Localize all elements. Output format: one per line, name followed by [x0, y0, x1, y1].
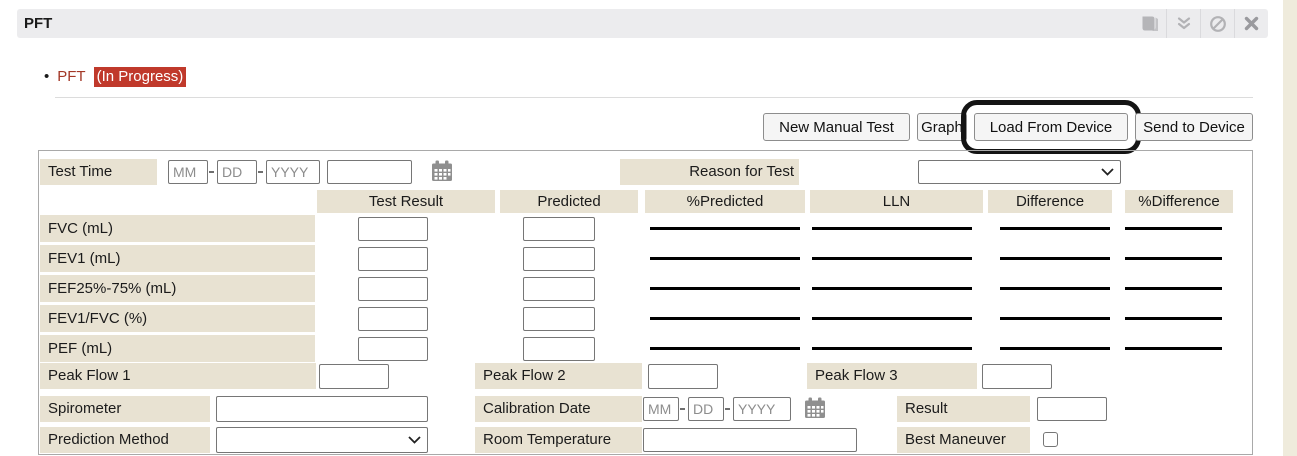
divider: [55, 97, 1253, 98]
send-to-device-button[interactable]: Send to Device: [1135, 113, 1253, 141]
fev1-fvc-test-result-input[interactable]: [358, 307, 428, 331]
peak-flow-3-label: Peak Flow 3: [807, 363, 977, 389]
room-temperature-input[interactable]: [643, 428, 857, 452]
empty-value-line: [1000, 257, 1110, 260]
peak-flow-1-label: Peak Flow 1: [40, 363, 316, 389]
peak-flow-1-input[interactable]: [319, 364, 389, 389]
result-label: Result: [897, 396, 1030, 422]
empty-value-line: [812, 257, 972, 260]
bullet-dot: •: [44, 68, 49, 85]
close-icon[interactable]: [1234, 9, 1268, 38]
metric-label: PEF (mL): [40, 335, 315, 362]
chevron-down-icon: [408, 436, 421, 444]
date-separator: [680, 408, 685, 410]
metric-label: FEV1 (mL): [40, 245, 315, 272]
empty-value-line: [1000, 287, 1110, 290]
empty-value-line: [650, 287, 800, 290]
calendar-icon[interactable]: [804, 397, 826, 423]
date-separator: [209, 171, 214, 173]
empty-value-line: [812, 287, 972, 290]
date-separator: [725, 408, 730, 410]
pft-page: PFT • PFT (In Progress): [0, 0, 1297, 456]
pef-predicted-input[interactable]: [523, 337, 595, 361]
page-edge-strip: [1283, 0, 1297, 456]
test-time-input[interactable]: [327, 160, 412, 184]
empty-value-line: [812, 347, 972, 350]
action-button-row: New Manual Test Graph Load From Device S…: [0, 113, 1253, 141]
no-entry-icon[interactable]: [1200, 9, 1234, 38]
prediction-method-select[interactable]: [216, 427, 428, 453]
fev1-predicted-input[interactable]: [523, 247, 595, 271]
empty-value-line: [812, 317, 972, 320]
empty-value-line: [812, 227, 972, 230]
column-header-lln: LLN: [810, 190, 983, 213]
result-input[interactable]: [1037, 397, 1107, 421]
close-x-icon: [1244, 16, 1259, 31]
empty-value-line: [1125, 257, 1222, 260]
notebook-icon[interactable]: [1132, 9, 1166, 38]
spirometer-label: Spirometer: [40, 396, 210, 422]
peak-flow-3-input[interactable]: [982, 364, 1052, 389]
double-chevron-down-icon[interactable]: [1166, 9, 1200, 38]
empty-value-line: [1125, 317, 1222, 320]
status-item-label: PFT: [57, 68, 85, 85]
empty-value-line: [650, 317, 800, 320]
empty-value-line: [1125, 347, 1222, 350]
test-date-month-input[interactable]: [168, 160, 208, 184]
status-badge: (In Progress): [94, 67, 187, 87]
pef-test-result-input[interactable]: [358, 337, 428, 361]
fef-test-result-input[interactable]: [358, 277, 428, 301]
reason-for-test-select[interactable]: [918, 160, 1121, 184]
no-entry-icon: [1209, 15, 1227, 33]
header-toolbar: [1132, 9, 1268, 38]
notebook-icon: [1140, 15, 1159, 32]
spirometer-input[interactable]: [216, 396, 428, 422]
test-date-year-input[interactable]: [266, 160, 320, 184]
empty-value-line: [650, 347, 800, 350]
calibration-month-input[interactable]: [643, 397, 679, 421]
peak-flow-2-input[interactable]: [648, 364, 718, 389]
test-time-label: Test Time: [40, 159, 157, 185]
column-header-difference: Difference: [988, 190, 1112, 213]
fef-predicted-input[interactable]: [523, 277, 595, 301]
column-header-pct-difference: %Difference: [1125, 190, 1233, 213]
load-from-device-button[interactable]: Load From Device: [974, 113, 1128, 141]
date-separator: [258, 171, 263, 173]
graph-button[interactable]: Graph: [917, 113, 967, 141]
chevron-down-icon: [1101, 168, 1114, 176]
fvc-predicted-input[interactable]: [523, 217, 595, 241]
peak-flow-2-label: Peak Flow 2: [475, 363, 642, 389]
empty-value-line: [650, 257, 800, 260]
column-header-pct-predicted: %Predicted: [645, 190, 805, 213]
reason-for-test-label: Reason for Test: [620, 159, 799, 185]
fev1-test-result-input[interactable]: [358, 247, 428, 271]
calendar-icon[interactable]: [431, 160, 453, 186]
test-date-day-input[interactable]: [217, 160, 257, 184]
new-manual-test-button[interactable]: New Manual Test: [763, 113, 910, 141]
fev1-fvc-predicted-input[interactable]: [523, 307, 595, 331]
best-maneuver-label: Best Maneuver: [897, 427, 1030, 453]
fvc-test-result-input[interactable]: [358, 217, 428, 241]
column-header-test-result: Test Result: [317, 190, 495, 213]
prediction-method-label: Prediction Method: [40, 427, 210, 453]
empty-value-line: [1125, 227, 1222, 230]
double-chevron-down-icon: [1176, 16, 1192, 31]
status-line: • PFT (In Progress): [44, 66, 186, 87]
section-header-bar: [17, 9, 1268, 38]
best-maneuver-checkbox[interactable]: [1043, 432, 1058, 447]
empty-value-line: [1000, 227, 1110, 230]
metric-label: FEV1/FVC (%): [40, 305, 315, 332]
calibration-year-input[interactable]: [733, 397, 791, 421]
room-temperature-label: Room Temperature: [475, 427, 642, 453]
metric-label: FVC (mL): [40, 215, 315, 242]
empty-value-line: [1000, 347, 1110, 350]
empty-value-line: [650, 227, 800, 230]
calibration-day-input[interactable]: [688, 397, 724, 421]
metric-label: FEF25%-75% (mL): [40, 275, 315, 302]
column-header-predicted: Predicted: [500, 190, 638, 213]
empty-value-line: [1125, 287, 1222, 290]
page-title: PFT: [24, 9, 52, 38]
calibration-date-label: Calibration Date: [475, 396, 642, 422]
empty-value-line: [1000, 317, 1110, 320]
